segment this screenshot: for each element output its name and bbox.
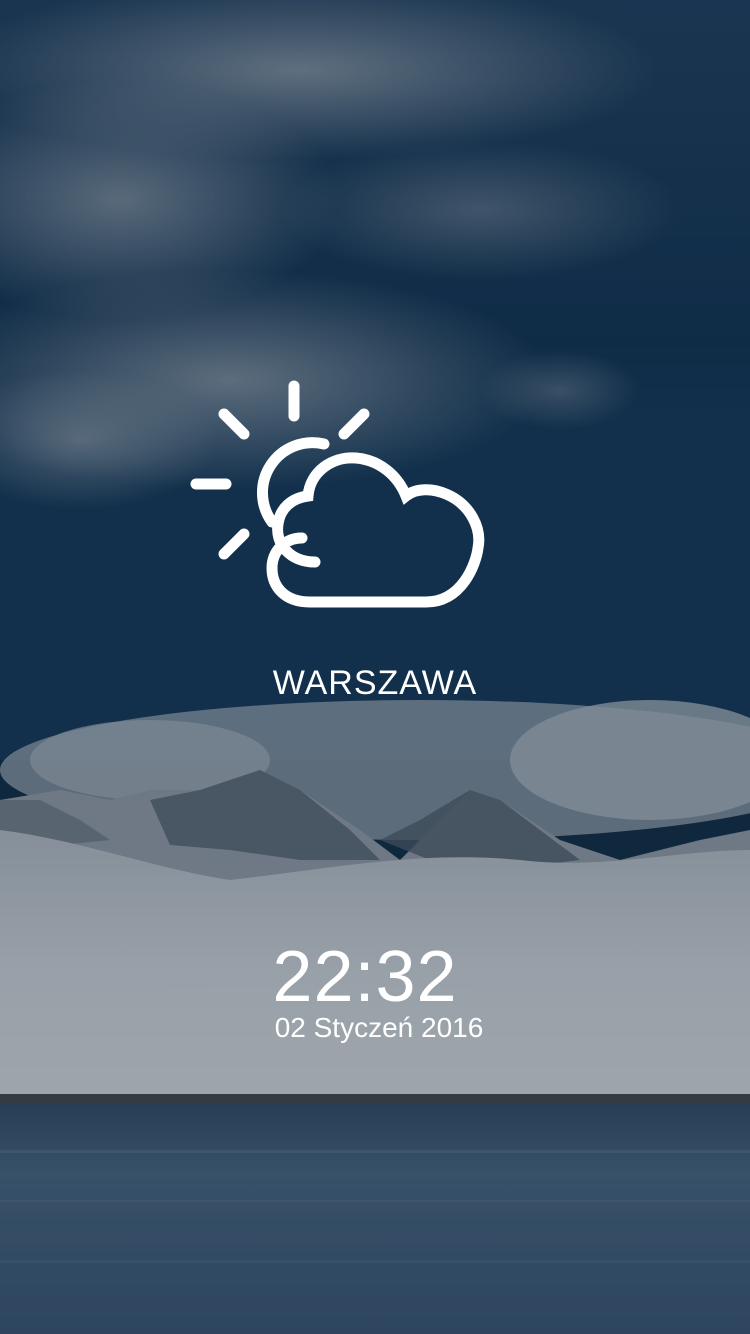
lock-screen: WARSZAWA 22:32 02 Styczeń 2016 xyxy=(0,0,750,1334)
partly-cloudy-icon xyxy=(190,380,485,608)
clock-date: 02 Styczeń 2016 xyxy=(274,1012,484,1043)
city-name: WARSZAWA xyxy=(272,664,478,702)
clock-time: 22:32 xyxy=(272,937,458,1017)
